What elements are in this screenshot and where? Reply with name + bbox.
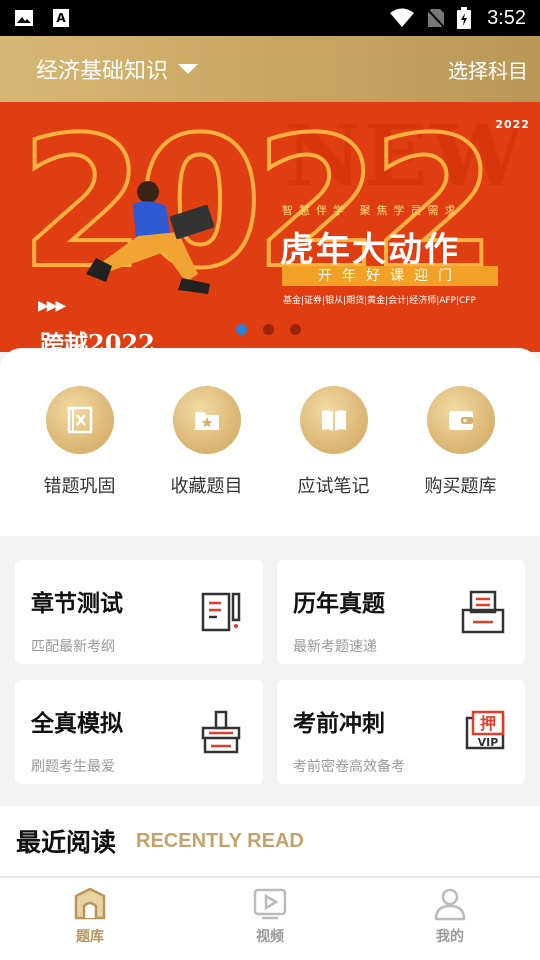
quick-action-label: 应试笔记 xyxy=(297,476,370,497)
vip-sprint-icon: 押 VIP xyxy=(465,710,505,750)
profile-icon xyxy=(434,888,466,921)
card-past-papers[interactable]: 历年真题 最新考题速递 xyxy=(277,560,525,664)
vip-badge-text: VIP xyxy=(478,736,499,749)
tab-label: 题库 xyxy=(76,929,104,945)
tab-video[interactable]: 视频 xyxy=(180,878,360,960)
card-title: 章节测试 xyxy=(31,591,123,617)
card-title: 考前冲刺 xyxy=(293,711,385,737)
dropdown-caret-icon xyxy=(178,64,199,74)
quick-action-label: 购买题库 xyxy=(424,476,497,497)
quick-action-buy[interactable]: 购买题库 xyxy=(406,386,516,536)
choose-subject-button[interactable]: 选择科目 xyxy=(448,55,528,84)
vip-badge-char: 押 xyxy=(480,714,496,733)
subject-label: 经济基础知识 xyxy=(36,59,169,84)
clock: 3:52 xyxy=(487,6,526,29)
image-icon xyxy=(15,10,33,26)
status-bar: A 3:52 xyxy=(0,0,540,36)
quick-action-wrong-questions[interactable]: 错题巩固 xyxy=(25,386,135,536)
chapter-test-icon xyxy=(201,592,241,632)
past-papers-icon xyxy=(461,590,505,634)
banner-subjects: 基金|证券|银从|期货|黄金|会计|经济师|AFP|CFP xyxy=(283,296,476,306)
wrong-questions-icon xyxy=(45,386,114,454)
notebook-icon xyxy=(299,386,368,454)
promo-banner[interactable]: NEW 2022 2022 ▶▶▶ 跨越2022 智慧伴学 聚焦学员需求 虎年大… xyxy=(0,102,540,352)
card-description: 考前密卷高效备考 xyxy=(293,759,405,775)
quick-action-notes[interactable]: 应试笔记 xyxy=(279,386,389,536)
carousel-dot[interactable] xyxy=(263,324,274,335)
bottom-tab-bar: 题库 视频 我的 xyxy=(0,878,540,960)
font-icon: A xyxy=(53,9,69,27)
student-illustration xyxy=(86,181,215,294)
quick-action-favorites[interactable]: 收藏题目 xyxy=(152,386,262,536)
quick-actions: 错题巩固 收藏题目 应试笔记 购买题库 xyxy=(0,348,540,536)
card-title: 历年真题 xyxy=(293,591,385,617)
banner-arrows: ▶▶▶ xyxy=(38,298,66,314)
subject-selector[interactable]: 经济基础知识 xyxy=(36,53,199,85)
quick-action-label: 收藏题目 xyxy=(170,476,243,497)
card-mock-exam[interactable]: 全真模拟 刷题考生最爱 xyxy=(15,680,263,784)
top-header: 经济基础知识 选择科目 xyxy=(0,36,540,102)
feature-cards: 章节测试 匹配最新考纲 历年真题 最新考题速递 全真模拟 刷题考生最爱 考前冲刺… xyxy=(0,536,540,806)
tab-profile[interactable]: 我的 xyxy=(360,878,540,960)
card-chapter-test[interactable]: 章节测试 匹配最新考纲 xyxy=(15,560,263,664)
tab-label: 我的 xyxy=(436,929,464,945)
tab-question-bank[interactable]: 题库 xyxy=(0,878,180,960)
card-description: 匹配最新考纲 xyxy=(31,639,115,655)
no-sim-icon xyxy=(427,9,445,28)
tab-label: 视频 xyxy=(256,929,284,945)
carousel-dot[interactable] xyxy=(236,324,247,335)
question-bank-icon xyxy=(74,887,106,920)
favorites-folder-icon xyxy=(172,386,241,454)
video-icon xyxy=(253,888,287,920)
svg-text:A: A xyxy=(56,11,66,25)
banner-headline: 虎年大动作 xyxy=(280,230,460,270)
card-description: 最新考题速递 xyxy=(293,639,377,655)
carousel-indicators xyxy=(236,324,301,335)
quick-action-label: 错题巩固 xyxy=(43,476,116,497)
wallet-icon xyxy=(426,386,495,454)
banner-pill: 开年好课迎门 xyxy=(282,266,498,286)
card-title: 全真模拟 xyxy=(31,711,123,737)
recently-read-section: 最近阅读 RECENTLY READ xyxy=(0,806,540,876)
recently-read-title: 最近阅读 xyxy=(16,828,117,857)
card-description: 刷题考生最爱 xyxy=(31,759,115,775)
carousel-dot[interactable] xyxy=(290,324,301,335)
card-sprint[interactable]: 考前冲刺 考前密卷高效备考 押 VIP xyxy=(277,680,525,784)
wifi-icon xyxy=(390,8,415,27)
recently-read-title-en: RECENTLY READ xyxy=(136,829,304,852)
battery-charging-icon xyxy=(457,7,472,29)
banner-year-small: 2022 xyxy=(495,118,530,131)
mock-exam-icon xyxy=(201,710,241,754)
banner-tagline: 智慧伴学 聚焦学员需求 xyxy=(282,204,462,217)
